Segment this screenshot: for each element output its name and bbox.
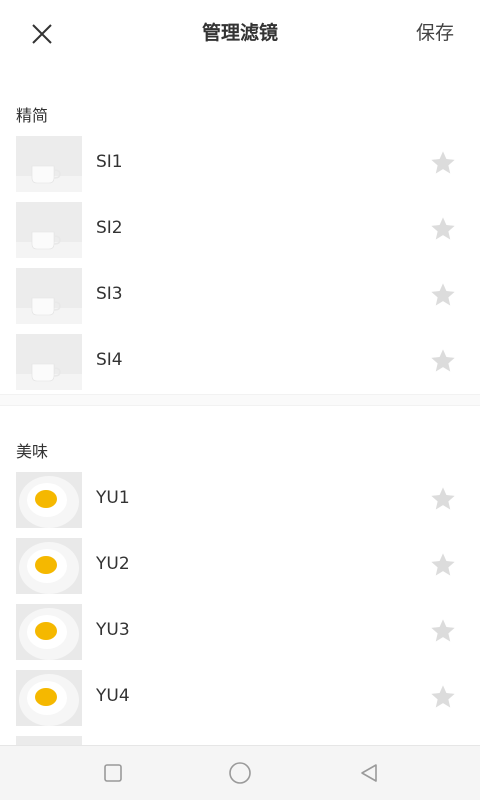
filter-thumbnail xyxy=(16,334,82,390)
filter-thumbnail xyxy=(16,136,82,192)
filter-name: SI2 xyxy=(96,218,123,238)
list-item-si2[interactable]: SI2 xyxy=(0,196,480,262)
star-icon xyxy=(431,487,455,510)
list-item-si4[interactable]: SI4 xyxy=(0,328,480,394)
page-title: 管理滤镜 xyxy=(201,22,278,44)
star-icon xyxy=(431,685,455,708)
favorite-star-button[interactable] xyxy=(428,550,458,580)
filter-thumbnail xyxy=(16,472,82,528)
filter-name: YU3 xyxy=(96,620,130,640)
favorite-star-button[interactable] xyxy=(428,148,458,178)
filter-name: YU4 xyxy=(96,686,130,706)
favorite-star-button[interactable] xyxy=(428,682,458,712)
back-button[interactable] xyxy=(354,758,384,788)
filter-thumbnail xyxy=(16,202,82,258)
square-icon xyxy=(104,764,122,782)
filter-list[interactable]: 精简 SI1 SI2 SI3 SI4 美味 YU1 YU2 YU3 YU4 xyxy=(0,64,480,746)
star-icon xyxy=(431,151,455,174)
list-item-yu4[interactable]: YU4 xyxy=(0,664,480,730)
top-bar: 管理滤镜 保存 xyxy=(0,0,480,64)
star-icon xyxy=(431,619,455,642)
filter-name: YU2 xyxy=(96,554,130,574)
filter-name: SI3 xyxy=(96,284,123,304)
home-button[interactable] xyxy=(225,758,255,788)
filter-thumbnail xyxy=(16,604,82,660)
recent-apps-button[interactable] xyxy=(98,758,128,788)
star-icon xyxy=(431,349,455,372)
favorite-star-button[interactable] xyxy=(428,280,458,310)
list-item-yu1[interactable]: YU1 xyxy=(0,466,480,532)
filter-name: YU1 xyxy=(96,488,130,508)
list-item-partial[interactable] xyxy=(0,730,480,746)
filter-name: SI1 xyxy=(96,152,123,172)
save-button[interactable]: 保存 xyxy=(416,18,454,45)
star-icon xyxy=(431,217,455,240)
list-item-si3[interactable]: SI3 xyxy=(0,262,480,328)
section-header-simple: 精简 xyxy=(16,106,49,125)
circle-icon xyxy=(229,762,251,784)
favorite-star-button[interactable] xyxy=(428,214,458,244)
filter-thumbnail xyxy=(16,268,82,324)
section-header-tasty: 美味 xyxy=(16,442,49,461)
list-item-yu2[interactable]: YU2 xyxy=(0,532,480,598)
favorite-star-button[interactable] xyxy=(428,616,458,646)
filter-thumbnail xyxy=(16,670,82,726)
filter-name: SI4 xyxy=(96,350,123,370)
star-icon xyxy=(431,553,455,576)
favorite-star-button[interactable] xyxy=(428,484,458,514)
system-nav-bar xyxy=(0,745,480,800)
star-icon xyxy=(431,283,455,306)
section-divider xyxy=(0,394,480,406)
list-item-si1[interactable]: SI1 xyxy=(0,130,480,196)
filter-thumbnail xyxy=(16,538,82,594)
favorite-star-button[interactable] xyxy=(428,346,458,376)
back-triangle-icon xyxy=(361,764,377,782)
list-item-yu3[interactable]: YU3 xyxy=(0,598,480,664)
